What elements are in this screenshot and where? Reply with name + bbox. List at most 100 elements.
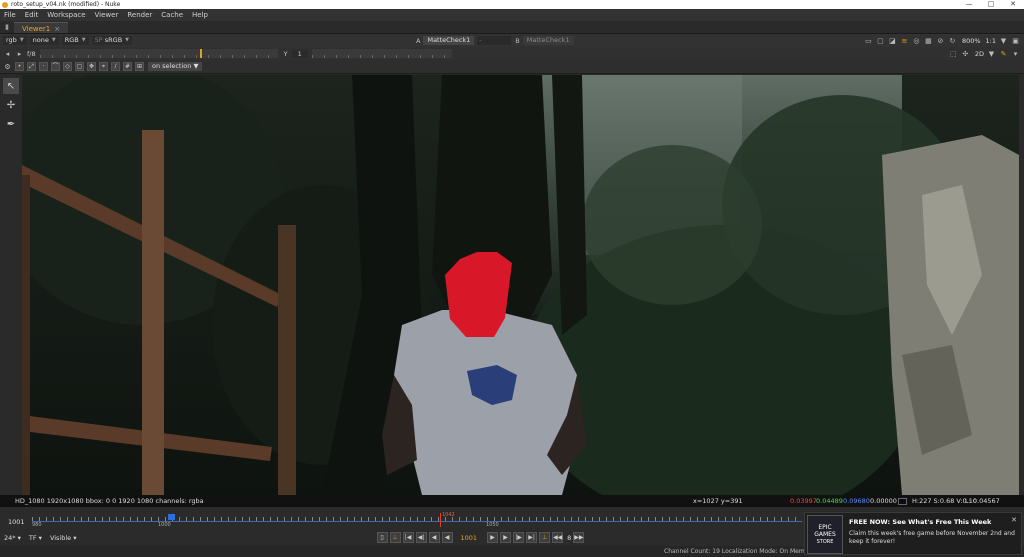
viewer-canvas[interactable] [22,75,1019,495]
feather-icon[interactable]: • [15,62,24,71]
refresh-icon[interactable]: ↻ [948,36,957,45]
show-transform-icon[interactable]: ✥ [87,62,96,71]
prev-keyframe-icon[interactable]: ◀| [415,532,427,543]
input-b-field[interactable]: MatteCheck1 [522,36,574,45]
viewer-settings-icon[interactable]: ▣ [1011,36,1020,45]
roto-toolbar: ↖ ✢ ✒ [0,75,22,495]
tab-label: Viewer1 [22,25,51,33]
menu-cache[interactable]: Cache [161,11,183,19]
step-forward-icon[interactable]: ▶▶ [573,532,585,543]
timeline-scrubber[interactable]: 1042 980 1000 1050 [32,512,802,528]
frame-increment-field[interactable]: 8 [567,534,571,542]
epic-games-notification[interactable]: EPIC GAMES STORE FREE NOW: See What's Free… [804,512,1022,555]
settings-gear-icon[interactable]: ⚙ [3,62,12,71]
in-point-marker[interactable] [168,514,175,520]
cache-icon[interactable]: ▯ [376,532,388,543]
snap-icon[interactable]: ⊞ [135,62,144,71]
viewer-right-edge [1019,75,1024,495]
link-icon[interactable]: ⤢ [27,62,36,71]
view-mode-dropdown[interactable]: 2D [975,50,984,58]
menu-file[interactable]: File [4,11,16,19]
tab-close-icon[interactable]: × [54,25,60,33]
pane-menu-icon[interactable]: ▮ [0,21,14,33]
overlay-icon[interactable]: ▢ [876,36,885,45]
viewer-control-row: rgb ▼ none ▼ RGB ▼ SP sRGB ▼ A MatteCheck1 -… [0,34,1024,47]
label-shapes-icon[interactable]: ◇ [63,62,72,71]
downscale-icon[interactable]: ▦ [924,36,933,45]
in-point-icon[interactable]: ⊥ [389,532,401,543]
selection-mode-dropdown[interactable]: on selection ▼ [148,62,203,71]
tick-label-980: 980 [32,522,42,528]
wipe-mode-dropdown[interactable]: - [477,36,512,45]
out-point-icon[interactable]: ⊥ [539,532,551,543]
label-points-icon[interactable]: · [39,62,48,71]
menu-workspace[interactable]: Workspace [47,11,85,19]
gamma-slider[interactable] [311,49,452,58]
last-frame-icon[interactable]: ▶| [526,532,538,543]
first-frame-icon[interactable]: |◀ [402,532,414,543]
current-frame-field[interactable]: 1001 [461,534,478,542]
tab-viewer1[interactable]: Viewer1 × [14,22,69,33]
zoom-level[interactable]: 800% [962,37,981,45]
maximize-button[interactable]: □ [980,0,1002,9]
color-swatch [898,497,907,505]
alpha-dropdown[interactable]: none ▼ [29,36,59,45]
format-info: HD_1080 1920x1080 bbox: 0 0 1920 1080 ch… [15,497,204,505]
lut-icon[interactable]: ▼ [999,36,1008,45]
next-keyframe-icon[interactable]: |▶ [513,532,525,543]
colorspace-dropdown[interactable]: SP sRGB ▼ [91,36,133,45]
transform-3d-icon[interactable]: ✣ [961,49,970,58]
pause-icon[interactable]: ⊘ [936,36,945,45]
grid-icon[interactable]: # [123,62,132,71]
input-a-field[interactable]: MatteCheck1 [423,36,475,45]
tangent-icon[interactable]: ∕ [111,62,120,71]
prev-frame-icon[interactable]: ◀ [428,532,440,543]
roi-icon[interactable]: ▭ [864,36,873,45]
gamma-value[interactable]: 1 [291,49,308,58]
visible-range-dropdown[interactable]: Visible ▾ [50,534,77,542]
label-curves-icon[interactable]: ⌒ [51,62,60,71]
layer-dropdown[interactable]: rgb ▼ [3,36,27,45]
paint-brush-icon[interactable]: ✎ [999,49,1008,58]
menu-render[interactable]: Render [127,11,152,19]
region-icon[interactable]: ⬚ [949,49,958,58]
red-value: 0.03997 [790,497,817,505]
gain-left-arrow-icon[interactable]: ◂ [3,49,12,58]
clipping-warning-icon[interactable]: ◪ [888,36,897,45]
display-channels-dropdown[interactable]: RGB ▼ [61,36,89,45]
menu-help[interactable]: Help [192,11,208,19]
window-title: roto_setup_v04.nk (modified) - Nuke [11,1,121,8]
menu-viewer[interactable]: Viewer [95,11,119,19]
fstop-value[interactable]: f/8 [27,50,36,58]
minimize-button[interactable]: — [958,0,980,9]
gain-slider[interactable] [39,49,278,58]
select-tool-icon[interactable]: ↖ [3,78,19,94]
playhead-label: 1042 [442,512,455,518]
timecode-dropdown[interactable]: TF ▾ [29,534,42,542]
pixel-ratio[interactable]: 1:1 [986,37,996,45]
guides-icon[interactable]: ≡ [900,36,909,45]
show-bbox-icon[interactable]: ▢ [75,62,84,71]
bezier-tool-icon[interactable]: ✒ [3,116,19,132]
input-a-group: A MatteCheck1 - [416,36,512,45]
playhead[interactable] [440,513,441,527]
play-backward-icon[interactable]: ◀ [441,532,453,543]
lock-points-icon[interactable]: ⌖ [99,62,108,71]
view-mode-arrow-icon[interactable]: ▼ [987,49,996,58]
next-frame-icon[interactable]: ▶ [500,532,512,543]
notification-body: Claim this week's free game before Novem… [849,530,1015,545]
luminance-value: L: 0.04567 [965,497,1000,505]
notification-close-icon[interactable]: ✕ [1011,516,1017,524]
close-window-button[interactable]: ✕ [1002,0,1024,9]
menu-edit[interactable]: Edit [25,11,39,19]
pane-tab-bar: ▮ Viewer1 × [0,21,1024,34]
point-tool-icon[interactable]: ✢ [3,97,19,113]
play-forward-icon[interactable]: ▶ [487,532,499,543]
fps-dropdown[interactable]: 24* ▾ [4,534,21,542]
start-frame-field[interactable]: 1001 [8,518,25,526]
alpha-value: 0.00000 [870,497,897,505]
proxy-icon[interactable]: ◎ [912,36,921,45]
step-back-icon[interactable]: ◀◀ [552,532,564,543]
gain-right-arrow-icon[interactable]: ▸ [15,49,24,58]
brush-options-icon[interactable]: ▾ [1011,49,1020,58]
